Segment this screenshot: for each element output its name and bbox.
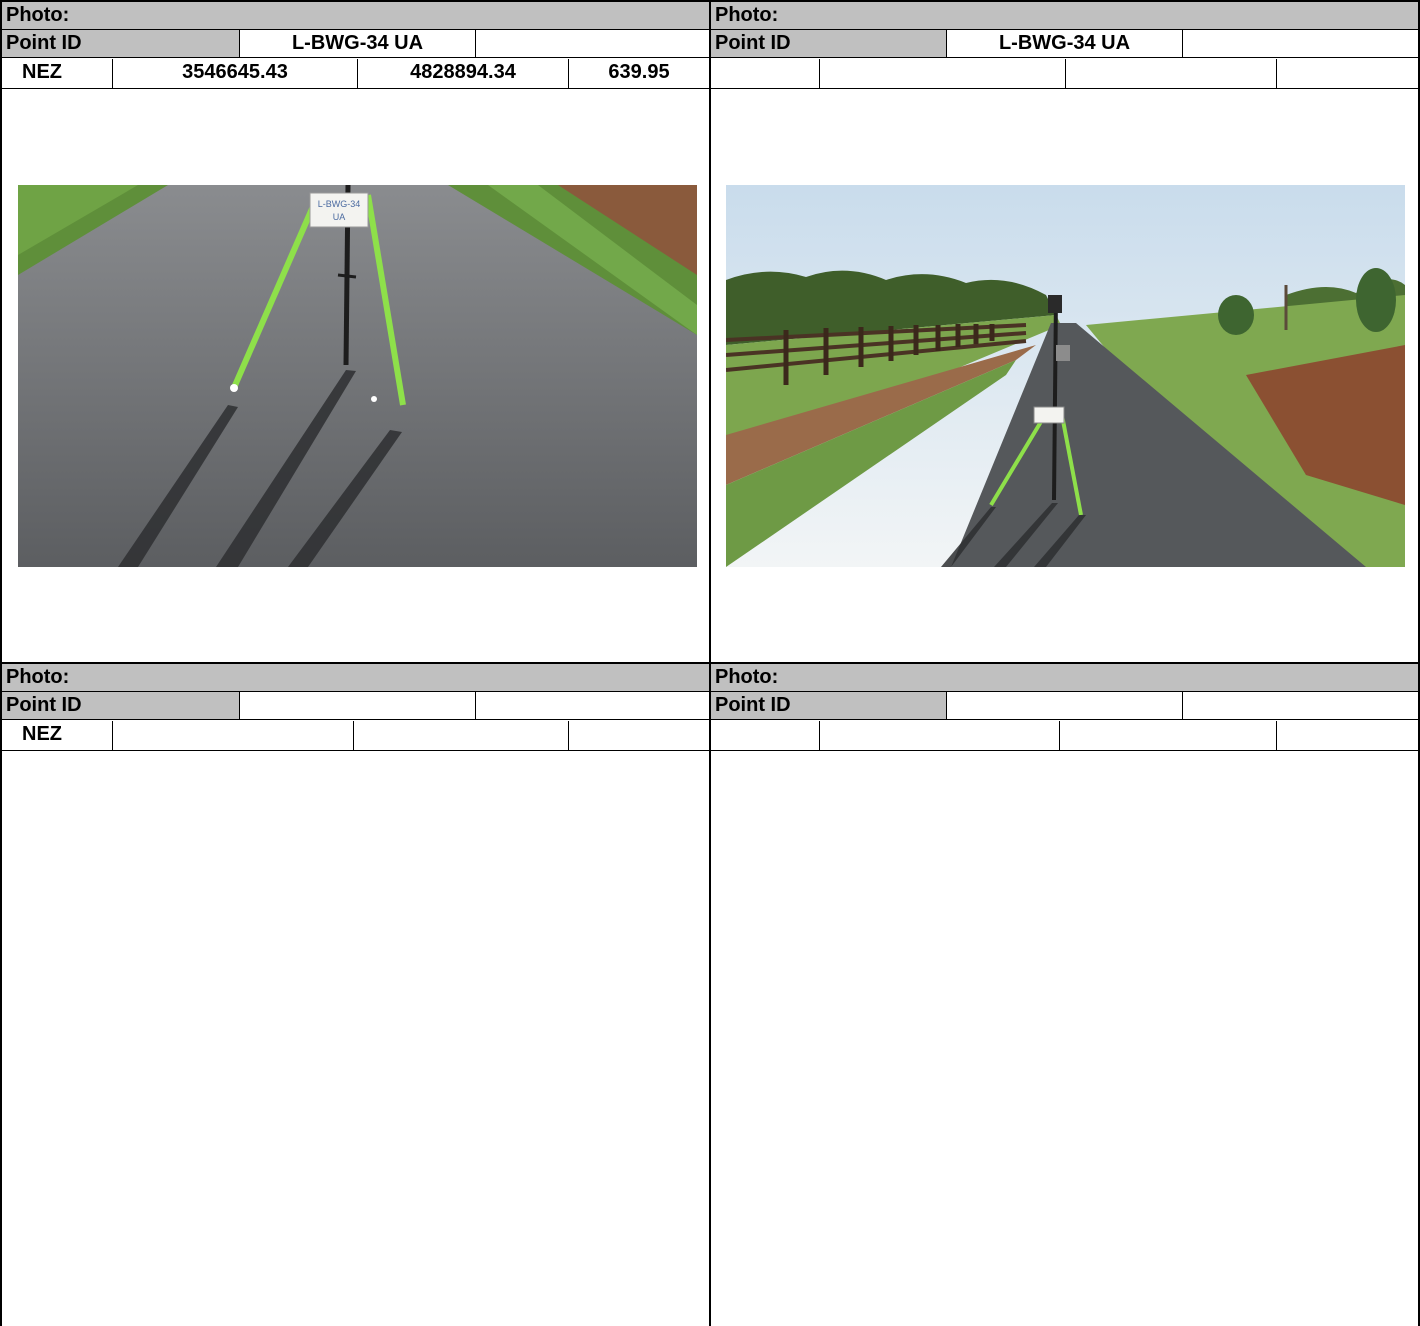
photo-label: Photo: — [715, 4, 779, 26]
point-id-label: Point ID — [2, 30, 239, 57]
photo-header: Photo: — [711, 0, 1418, 30]
point-id-row: Point ID — [711, 692, 1418, 720]
nez-row — [711, 59, 1418, 89]
nez-elevation — [1276, 59, 1418, 88]
photo-area: L-BWG-34 UA — [2, 89, 709, 664]
nez-northing — [819, 721, 1059, 750]
point-id-value: L-BWG-34 UA — [239, 30, 475, 57]
point-id-value: L-BWG-34 UA — [946, 30, 1182, 57]
nez-easting — [1065, 59, 1276, 88]
nez-easting — [1059, 721, 1276, 750]
nez-row — [711, 721, 1418, 751]
point-id-label: Point ID — [2, 692, 239, 719]
photo-header: Photo: — [2, 662, 709, 692]
point-id-extra — [475, 30, 709, 57]
photo-label: Photo: — [715, 666, 779, 688]
nez-label — [711, 59, 819, 88]
panel-bottom-left: Photo: Point ID NEZ — [2, 662, 709, 1326]
nez-label — [711, 721, 819, 750]
nez-easting — [353, 721, 568, 750]
point-id-label: Point ID — [711, 692, 946, 719]
nez-northing: 3546645.43 — [112, 59, 357, 88]
point-id-row: Point ID — [2, 692, 709, 720]
point-id-row: Point ID L-BWG-34 UA — [2, 30, 709, 58]
point-id-extra — [1182, 692, 1418, 719]
nez-northing — [112, 721, 353, 750]
photo-label: Photo: — [6, 4, 70, 26]
nez-row: NEZ 3546645.43 4828894.34 639.95 — [2, 59, 709, 89]
survey-photo-tripod-closeup: L-BWG-34 UA — [18, 185, 697, 567]
nez-northing — [819, 59, 1065, 88]
point-id-extra — [1182, 30, 1418, 57]
point-id-row: Point ID L-BWG-34 UA — [711, 30, 1418, 58]
survey-photo-road-view — [726, 185, 1405, 567]
photo-header: Photo: — [711, 662, 1418, 692]
panel-bottom-right: Photo: Point ID — [711, 662, 1418, 1326]
sign-text-2: UA — [333, 212, 346, 222]
photo-label: Photo: — [6, 666, 70, 688]
photo-area-empty — [2, 751, 709, 1326]
panel-top-right: Photo: Point ID L-BWG-34 UA — [711, 0, 1418, 664]
photo-area-empty — [711, 751, 1418, 1326]
photo-area — [711, 89, 1418, 664]
sign-text-1: L-BWG-34 — [318, 199, 361, 209]
nez-label: NEZ — [22, 723, 62, 745]
point-id-label: Point ID — [711, 30, 946, 57]
point-id-value — [946, 692, 1182, 719]
nez-row: NEZ — [2, 721, 709, 751]
nez-elevation: 639.95 — [568, 59, 709, 88]
point-id-extra — [475, 692, 709, 719]
nez-elevation — [1276, 721, 1418, 750]
photo-header: Photo: — [2, 0, 709, 30]
point-id-value — [239, 692, 475, 719]
nez-easting: 4828894.34 — [357, 59, 568, 88]
nez-elevation — [568, 721, 709, 750]
nez-label: NEZ — [22, 61, 62, 83]
panel-top-left: Photo: Point ID L-BWG-34 UA NEZ 3546645.… — [2, 0, 709, 664]
